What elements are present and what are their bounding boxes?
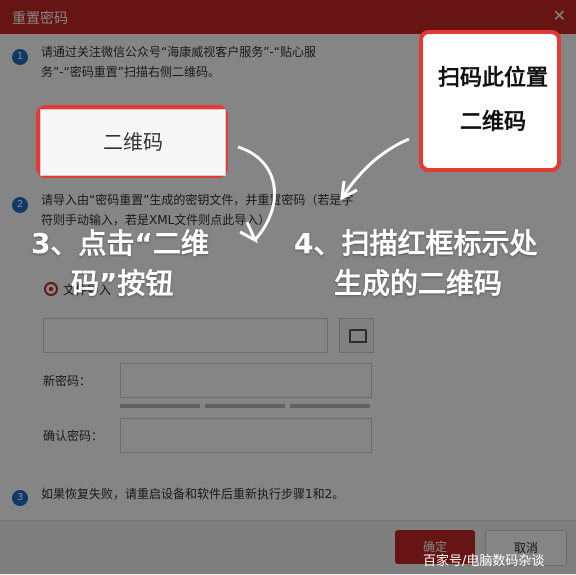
note-step-3: 3、点击“二维 码”按钮 — [31, 224, 209, 304]
note-step-3-line-2: 码”按钮 — [71, 267, 174, 300]
source-watermark: 百家号/电脑数码杂谈 — [423, 554, 545, 569]
arrow-head-left — [239, 221, 259, 244]
note-step-3-line-1: 3、点击“二维 — [31, 227, 209, 260]
note-step-4-line-2: 生成的二维码 — [334, 267, 503, 300]
note-step-4-line-1: 4、扫描红框标示处 — [294, 227, 538, 260]
note-step-4: 4、扫描红框标示处 生成的二维码 — [294, 224, 537, 304]
arrow-curve-left — [237, 145, 277, 241]
arrow-curve-right — [340, 137, 410, 199]
